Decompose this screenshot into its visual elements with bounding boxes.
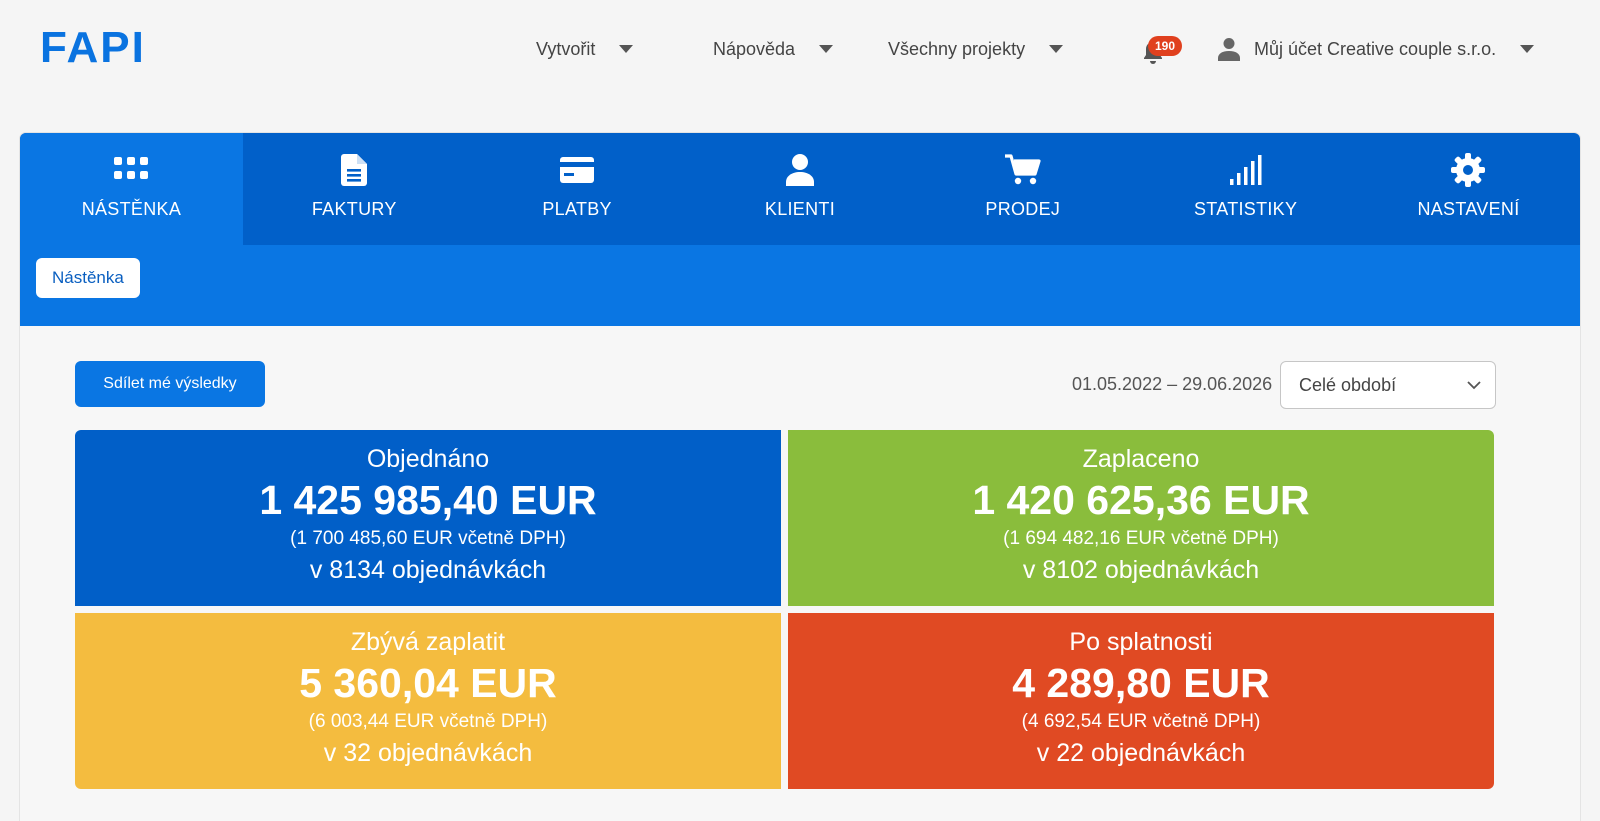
create-menu[interactable]: Vytvořit xyxy=(536,36,634,62)
stat-title: Zaplaceno xyxy=(1082,445,1200,473)
tab-sales[interactable]: PRODEJ xyxy=(911,133,1134,245)
tab-label: PRODEJ xyxy=(985,199,1061,219)
stat-title: Zbývá zaplatit xyxy=(350,628,506,656)
projects-menu[interactable]: Všechny projekty xyxy=(888,36,1064,62)
period-select[interactable]: Celé období xyxy=(1280,361,1496,409)
account-menu[interactable]: Můj účet Creative couple s.r.o. xyxy=(1218,36,1535,62)
help-menu-label: Nápověda xyxy=(713,38,796,59)
projects-menu-label: Všechny projekty xyxy=(888,38,1026,59)
stat-title: Po splatnosti xyxy=(1069,628,1213,656)
tab-label: NÁSTĚNKA xyxy=(81,199,182,219)
top-bar: FAPI Vytvořit Nápověda Všechny projekty … xyxy=(0,0,1600,100)
account-menu-label: Můj účet Creative couple s.r.o. xyxy=(1254,38,1497,59)
tab-invoices[interactable]: FAKTURY xyxy=(243,133,466,245)
caret-down-icon xyxy=(819,45,834,53)
stat-orders: v 32 objednávkách xyxy=(323,739,533,767)
stat-remaining-tile: Zbývá zaplatit 5 360,04 EUR (6 003,44 EU… xyxy=(75,613,781,789)
tab-payments[interactable]: PLATBY xyxy=(466,133,689,245)
caret-down-icon xyxy=(619,45,634,53)
tab-label: FAKTURY xyxy=(311,199,397,219)
caret-down-icon xyxy=(1049,45,1064,53)
stat-value: 5 360,04 EUR xyxy=(299,660,557,706)
stat-ordered-tile: Objednáno 1 425 985,40 EUR (1 700 485,60… xyxy=(75,430,781,606)
credit-card-icon xyxy=(560,157,595,183)
chevron-down-icon xyxy=(1467,381,1481,390)
cart-icon xyxy=(1004,154,1041,185)
stat-orders: v 8102 objednávkách xyxy=(1022,556,1260,584)
tab-label: STATISTIKY xyxy=(1193,199,1298,219)
gear-icon xyxy=(1451,153,1486,187)
stat-value: 4 289,80 EUR xyxy=(1012,660,1270,706)
stat-value: 1 420 625,36 EUR xyxy=(972,477,1310,523)
caret-down-icon xyxy=(1520,45,1535,53)
stat-vat: (4 692,54 EUR včetně DPH) xyxy=(1021,711,1261,732)
user-icon xyxy=(1218,38,1240,61)
dashboard-card: NÁSTĚNKA FAKTURY PLATBY KLIENTI PRODEJ S… xyxy=(20,133,1580,821)
grid-icon xyxy=(114,157,149,179)
stat-orders: v 22 objednávkách xyxy=(1036,739,1246,767)
tab-label: NASTAVENÍ xyxy=(1417,199,1520,219)
period-select-value: Celé období xyxy=(1299,375,1397,395)
stat-vat: (1 694 482,16 EUR včetně DPH) xyxy=(1003,528,1279,549)
stat-paid-tile: Zaplaceno 1 420 625,36 EUR (1 694 482,16… xyxy=(788,430,1494,606)
tab-settings[interactable]: NASTAVENÍ xyxy=(1357,133,1580,245)
user-icon xyxy=(785,154,814,186)
tab-statistics[interactable]: STATISTIKY xyxy=(1134,133,1357,245)
help-menu[interactable]: Nápověda xyxy=(713,36,834,62)
tab-label: KLIENTI xyxy=(764,199,836,219)
create-menu-label: Vytvořit xyxy=(536,38,596,59)
stat-vat: (1 700 485,60 EUR včetně DPH) xyxy=(290,528,566,549)
date-range-text: 01.05.2022 – 29.06.2026 xyxy=(1072,374,1273,394)
main-tabs: NÁSTĚNKA FAKTURY PLATBY KLIENTI PRODEJ S… xyxy=(20,133,1580,245)
document-icon xyxy=(341,154,368,186)
stat-vat: (6 003,44 EUR včetně DPH) xyxy=(308,711,548,732)
stat-overdue-tile: Po splatnosti 4 289,80 EUR (4 692,54 EUR… xyxy=(788,613,1494,789)
fapi-logo[interactable]: FAPI xyxy=(40,26,146,70)
tab-dashboard[interactable]: NÁSTĚNKA xyxy=(20,133,243,245)
tab-clients[interactable]: KLIENTI xyxy=(689,133,912,245)
stat-title: Objednáno xyxy=(366,445,490,473)
stat-value: 1 425 985,40 EUR xyxy=(259,477,597,523)
tab-label: PLATBY xyxy=(542,199,612,219)
stat-orders: v 8134 objednávkách xyxy=(309,556,547,584)
notification-badge[interactable]: 190 xyxy=(1148,36,1183,56)
subtab-dashboard[interactable]: Nástěnka xyxy=(36,258,140,298)
share-results-button[interactable]: Sdílet mé výsledky xyxy=(75,361,265,407)
sub-navigation-bar xyxy=(20,245,1580,326)
signal-bars-icon xyxy=(1229,155,1262,185)
